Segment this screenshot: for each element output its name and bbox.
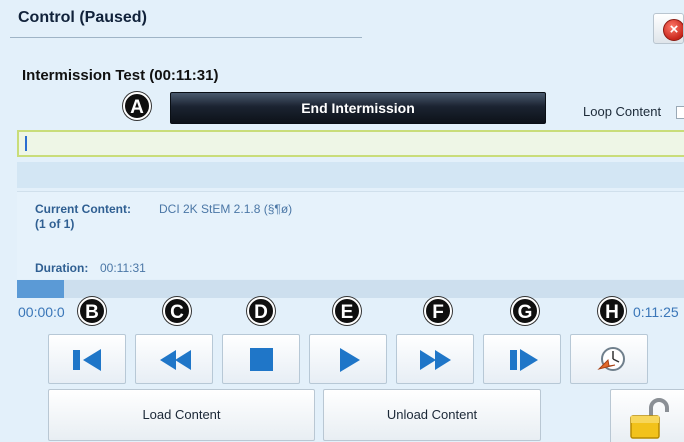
stop-button[interactable] — [222, 334, 300, 384]
callout-badge-e: E — [333, 297, 361, 325]
show-title: Intermission Test (00:11:31) — [22, 67, 219, 84]
unload-content-button[interactable]: Unload Content — [323, 389, 541, 441]
progress-bar[interactable] — [17, 280, 684, 298]
close-icon: × — [663, 19, 683, 41]
rewind-button[interactable] — [135, 334, 213, 384]
callout-badge-a: A — [123, 92, 151, 120]
play-icon — [340, 348, 360, 372]
callout-badge-g: G — [511, 297, 539, 325]
callout-badge-f: F — [424, 297, 452, 325]
load-content-button[interactable]: Load Content — [48, 389, 315, 441]
callout-badge-d: D — [247, 297, 275, 325]
jump-to-time-button[interactable] — [570, 334, 648, 384]
skip-forward-button[interactable] — [483, 334, 561, 384]
text-caret — [25, 136, 27, 151]
fast-forward-icon — [420, 350, 451, 370]
duration-label: Duration: — [35, 261, 89, 275]
clock-arrow-icon — [597, 347, 625, 371]
play-button[interactable] — [309, 334, 387, 384]
title-divider — [10, 37, 362, 38]
command-input[interactable] — [17, 130, 684, 157]
duration-value: 00:11:31 — [100, 261, 146, 275]
current-content-value: DCI 2K StEM 2.1.8 (§¶ø) — [159, 202, 293, 216]
content-position: (1 of 1) — [35, 217, 75, 231]
callout-badge-h: H — [598, 297, 626, 325]
current-content-label: Current Content: — [35, 202, 131, 216]
skip-forward-icon — [510, 349, 538, 371]
remaining-time: 0:11:25 — [633, 304, 679, 320]
loop-content-label: Loop Content — [583, 104, 662, 119]
unlocked-padlock-icon — [630, 398, 669, 439]
lock-button[interactable] — [610, 389, 684, 442]
end-intermission-button[interactable]: End Intermission — [170, 92, 546, 124]
elapsed-time: 00:00:0 — [18, 304, 65, 320]
window-title: Control (Paused) — [18, 9, 147, 26]
control-panel: Control (Paused) × Intermission Test (00… — [0, 0, 684, 442]
content-info-panel: Current Content: DCI 2K StEM 2.1.8 (§¶ø)… — [17, 191, 684, 279]
callout-badge-b: B — [78, 297, 106, 325]
skip-back-icon — [73, 349, 101, 371]
progress-fill — [17, 280, 65, 298]
skip-back-button[interactable] — [48, 334, 126, 384]
close-button[interactable]: × — [653, 13, 684, 44]
rewind-icon — [160, 350, 191, 370]
fast-forward-button[interactable] — [396, 334, 474, 384]
content-header-strip — [17, 162, 684, 188]
stop-icon — [250, 348, 273, 371]
loop-content-checkbox[interactable] — [676, 106, 684, 119]
callout-badge-c: C — [163, 297, 191, 325]
